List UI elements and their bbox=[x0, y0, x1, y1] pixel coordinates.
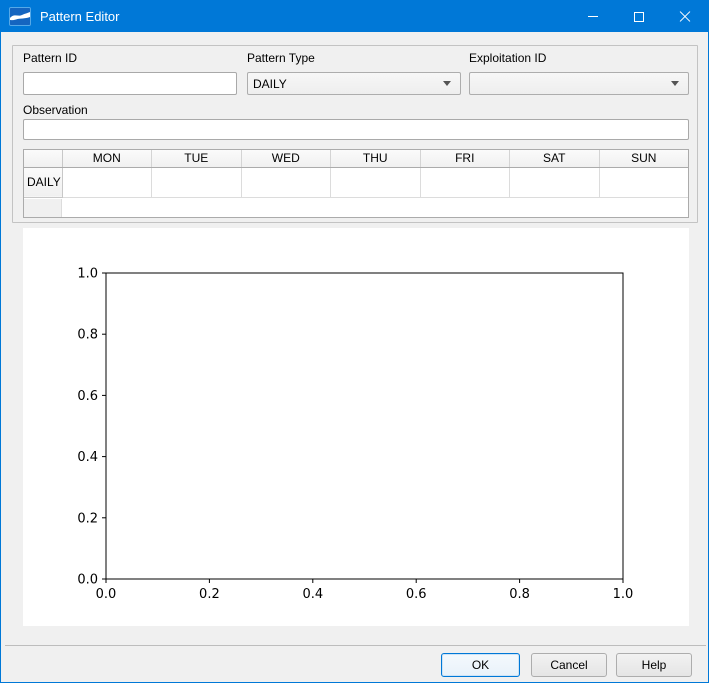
observation-label: Observation bbox=[23, 103, 88, 117]
column-header-tue[interactable]: TUE bbox=[152, 150, 242, 167]
svg-text:0.2: 0.2 bbox=[199, 587, 220, 602]
plot-svg: 0.0 0.2 0.4 0.6 0.8 1.0 0.0 0.2 0.4 0.6 0.8 1.0 bbox=[23, 228, 689, 626]
svg-text:1.0: 1.0 bbox=[613, 587, 634, 602]
cell-daily-mon[interactable] bbox=[62, 167, 152, 197]
cell-daily-thu[interactable] bbox=[331, 167, 421, 197]
column-header-thu[interactable]: THU bbox=[331, 150, 421, 167]
pattern-id-input[interactable] bbox=[23, 72, 237, 95]
column-header-sun[interactable]: SUN bbox=[599, 150, 689, 167]
help-button[interactable]: Help bbox=[616, 653, 692, 677]
cell-daily-sat[interactable] bbox=[510, 167, 600, 197]
week-pattern-table: MON TUE WED THU FRI SAT SUN DAILY bbox=[23, 149, 689, 218]
row-header-stub bbox=[24, 199, 62, 218]
svg-text:0.0: 0.0 bbox=[96, 587, 117, 602]
maximize-button[interactable] bbox=[616, 1, 662, 32]
svg-text:0.4: 0.4 bbox=[302, 587, 323, 602]
close-button[interactable] bbox=[662, 1, 708, 32]
app-logo-icon bbox=[9, 7, 31, 26]
svg-text:0.6: 0.6 bbox=[406, 587, 427, 602]
svg-text:0.8: 0.8 bbox=[77, 328, 98, 343]
maximize-icon bbox=[634, 12, 644, 22]
column-header-fri[interactable]: FRI bbox=[420, 150, 510, 167]
svg-text:1.0: 1.0 bbox=[77, 267, 98, 282]
svg-text:0.8: 0.8 bbox=[509, 587, 530, 602]
exploitation-id-dropdown[interactable] bbox=[469, 72, 689, 95]
footer-separator bbox=[5, 645, 706, 646]
cell-daily-sun[interactable] bbox=[599, 167, 689, 197]
column-header-sat[interactable]: SAT bbox=[510, 150, 600, 167]
svg-text:0.0: 0.0 bbox=[77, 573, 98, 588]
window-controls bbox=[570, 1, 708, 32]
pattern-type-dropdown[interactable]: DAILY bbox=[247, 72, 461, 95]
svg-text:0.6: 0.6 bbox=[77, 389, 98, 404]
minimize-icon bbox=[588, 16, 598, 17]
pattern-type-label: Pattern Type bbox=[247, 51, 315, 65]
pattern-type-value: DAILY bbox=[253, 77, 443, 91]
pattern-plot-canvas: 0.0 0.2 0.4 0.6 0.8 1.0 0.0 0.2 0.4 0.6 0.8 1.0 bbox=[23, 228, 689, 626]
titlebar: Pattern Editor bbox=[1, 1, 708, 32]
svg-text:0.2: 0.2 bbox=[77, 511, 98, 526]
cell-daily-tue[interactable] bbox=[152, 167, 242, 197]
pattern-id-label: Pattern ID bbox=[23, 51, 77, 65]
ok-button[interactable]: OK bbox=[441, 653, 520, 677]
cell-daily-fri[interactable] bbox=[420, 167, 510, 197]
cancel-button[interactable]: Cancel bbox=[531, 653, 607, 677]
close-icon bbox=[679, 11, 691, 23]
table-corner-cell bbox=[24, 150, 62, 167]
column-header-wed[interactable]: WED bbox=[241, 150, 331, 167]
window-title: Pattern Editor bbox=[40, 9, 570, 24]
column-header-mon[interactable]: MON bbox=[62, 150, 152, 167]
chevron-down-icon bbox=[443, 81, 451, 86]
pattern-editor-dialog: Pattern Editor Pattern ID Pattern Type E… bbox=[0, 0, 709, 683]
cell-daily-wed[interactable] bbox=[241, 167, 331, 197]
row-header-daily[interactable]: DAILY bbox=[24, 167, 62, 197]
minimize-button[interactable] bbox=[570, 1, 616, 32]
table-row-daily: DAILY bbox=[24, 167, 689, 197]
exploitation-id-label: Exploitation ID bbox=[469, 51, 546, 65]
svg-text:0.4: 0.4 bbox=[77, 450, 98, 465]
table-header-row: MON TUE WED THU FRI SAT SUN bbox=[24, 150, 689, 167]
observation-input[interactable] bbox=[23, 119, 689, 140]
chevron-down-icon bbox=[671, 81, 679, 86]
